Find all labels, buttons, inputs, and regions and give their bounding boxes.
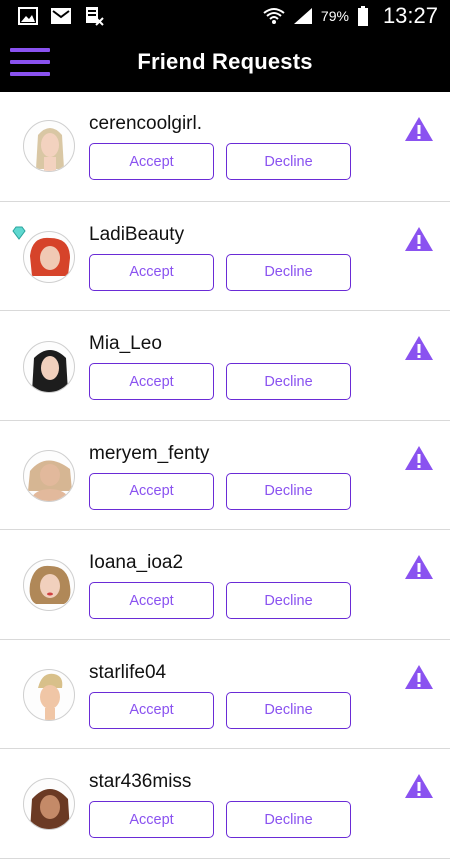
- decline-button[interactable]: Decline: [226, 253, 351, 291]
- status-bar: 79% 13:27: [0, 0, 450, 32]
- username: starlife04: [89, 661, 167, 683]
- avatar[interactable]: [23, 341, 75, 393]
- report-warning-icon[interactable]: [404, 226, 434, 252]
- accept-button[interactable]: Accept: [89, 363, 214, 400]
- report-warning-icon[interactable]: [404, 335, 434, 361]
- decline-button[interactable]: Decline: [226, 582, 351, 619]
- accept-button[interactable]: Accept: [89, 582, 214, 619]
- list-item: starlife04 Accept Decline: [0, 639, 450, 749]
- username: meryem_fenty: [89, 442, 210, 464]
- report-warning-icon[interactable]: [404, 554, 434, 580]
- system-indicators: 79% 13:27: [263, 3, 438, 29]
- mail-icon: [51, 8, 71, 24]
- clock: 13:27: [382, 3, 438, 28]
- avatar[interactable]: [23, 559, 75, 611]
- username: Mia_Leo: [89, 333, 162, 354]
- list-item: LadiBeauty Accept Decline: [0, 201, 450, 311]
- report-warning-icon[interactable]: [404, 664, 434, 690]
- username: cerencoolgirl.: [89, 113, 202, 134]
- report-warning-icon[interactable]: [404, 116, 434, 142]
- wifi-icon: [263, 8, 285, 24]
- report-warning-icon[interactable]: [404, 445, 434, 471]
- avatar[interactable]: [23, 120, 75, 172]
- avatar[interactable]: [23, 668, 75, 721]
- username: star436miss: [89, 771, 192, 792]
- username: Ioana_ioa2: [89, 552, 184, 573]
- report-warning-icon[interactable]: [404, 773, 434, 799]
- list-item: meryem_fenty Accept Decline: [0, 420, 450, 530]
- gem-badge-icon: [12, 226, 26, 240]
- friend-request-list: cerencoolgirl. Accept Decline LadiBeauty…: [0, 92, 450, 859]
- battery-percent: 79%: [320, 8, 349, 24]
- accept-button[interactable]: Accept: [89, 143, 214, 180]
- avatar[interactable]: [23, 778, 75, 830]
- decline-button[interactable]: Decline: [226, 363, 351, 400]
- decline-button[interactable]: Decline: [226, 801, 351, 838]
- signal-icon: [293, 8, 312, 24]
- list-item: star436miss Accept Decline: [0, 749, 450, 859]
- gallery-icon: [18, 7, 38, 25]
- list-item: cerencoolgirl. Accept Decline: [0, 92, 450, 202]
- accept-button[interactable]: Accept: [89, 253, 214, 291]
- file-muted-icon: [86, 7, 104, 26]
- hamburger-menu-icon[interactable]: [10, 48, 50, 76]
- decline-button[interactable]: Decline: [226, 143, 351, 180]
- accept-button[interactable]: Accept: [89, 691, 214, 729]
- username: LadiBeauty: [89, 223, 185, 245]
- app-bar: Friend Requests: [0, 32, 450, 92]
- accept-button[interactable]: Accept: [89, 801, 214, 838]
- list-item: Ioana_ioa2 Accept Decline: [0, 530, 450, 640]
- page-title: Friend Requests: [137, 49, 313, 74]
- list-item: Mia_Leo Accept Decline: [0, 311, 450, 421]
- decline-button[interactable]: Decline: [226, 691, 351, 729]
- notification-icons: [18, 6, 104, 26]
- avatar[interactable]: [23, 449, 75, 502]
- decline-button[interactable]: Decline: [226, 472, 351, 510]
- battery-icon: [357, 6, 368, 26]
- avatar[interactable]: [23, 230, 75, 283]
- accept-button[interactable]: Accept: [89, 472, 214, 510]
